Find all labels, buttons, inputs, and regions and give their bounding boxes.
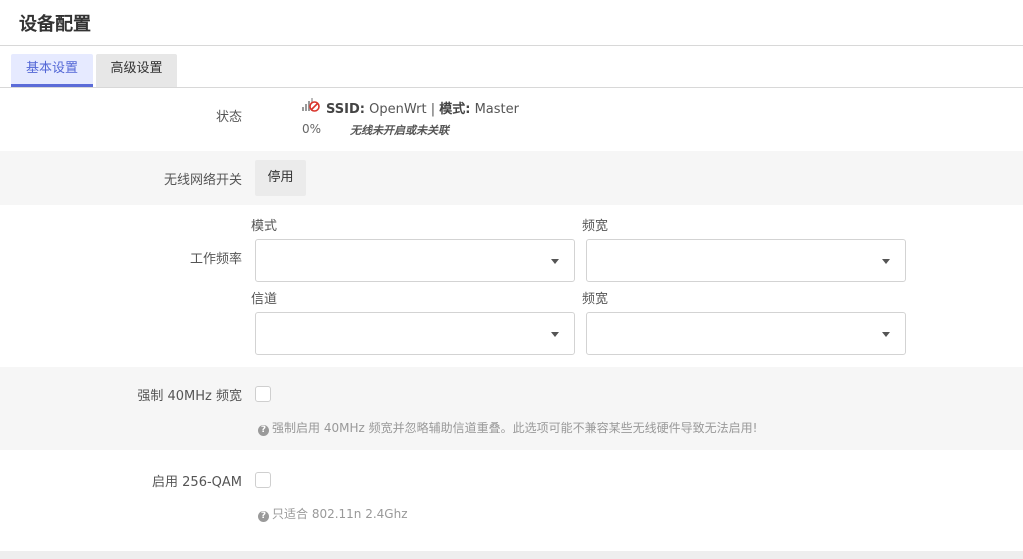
help-icon: ? — [258, 425, 269, 436]
signal-percent: 0% — [302, 122, 322, 136]
frequency-label: 工作频率 — [189, 252, 242, 267]
force-40mhz-checkbox[interactable] — [255, 386, 271, 402]
qam256-row — [0, 450, 1023, 551]
status-separator: | — [430, 102, 436, 117]
help-icon: ? — [258, 511, 269, 522]
channel-select[interactable] — [255, 312, 575, 355]
force-40mhz-help-text: 强制启用 40MHz 频宽并忽略辅助信道重叠。此选项可能不兼容某些无线硬件导致无… — [272, 421, 758, 435]
wifi-disabled-icon — [302, 98, 320, 112]
caret-down-icon — [882, 332, 890, 337]
force-40mhz-row — [0, 367, 1023, 450]
wireless-switch-label: 无线网络开关 — [163, 173, 242, 188]
width-field-label-1: 频宽 — [582, 219, 609, 234]
wireless-switch-row — [0, 151, 1023, 205]
status-summary: SSID: OpenWrt | 模式: Master — [326, 98, 519, 117]
width-field-label-2: 频宽 — [582, 292, 609, 307]
status-label: 状态 — [215, 110, 242, 125]
channel-field-label: 信道 — [251, 292, 278, 307]
qam256-help-text: 只适合 802.11n 2.4Ghz — [272, 507, 408, 521]
qam256-help: ? 只适合 802.11n 2.4Ghz — [258, 505, 408, 522]
caret-down-icon — [551, 259, 559, 264]
tab-basic-settings[interactable]: 基本设置 — [11, 54, 93, 87]
title-divider — [0, 45, 1023, 46]
force-40mhz-help: ? 强制启用 40MHz 频宽并忽略辅助信道重叠。此选项可能不兼容某些无线硬件导致… — [258, 419, 757, 436]
status-note: 无线未开启或未关联 — [350, 124, 449, 137]
page-title: 设备配置 — [19, 14, 91, 35]
caret-down-icon — [551, 332, 559, 337]
ssid-value: OpenWrt — [369, 102, 427, 117]
bottom-divider — [0, 551, 1023, 559]
mode-key: 模式: — [439, 102, 471, 117]
qam256-label: 启用 256-QAM — [152, 475, 242, 490]
caret-down-icon — [882, 259, 890, 264]
mode-field-label: 模式 — [251, 219, 278, 234]
ssid-key: SSID: — [326, 102, 365, 117]
tab-advanced-settings[interactable]: 高级设置 — [96, 54, 177, 87]
width-select-1[interactable] — [586, 239, 906, 282]
width-select-2[interactable] — [586, 312, 906, 355]
force-40mhz-label: 强制 40MHz 频宽 — [137, 389, 242, 404]
qam256-checkbox[interactable] — [255, 472, 271, 488]
mode-value: Master — [474, 102, 519, 117]
mode-select[interactable] — [255, 239, 575, 282]
disable-wireless-button[interactable]: 停用 — [255, 160, 306, 196]
